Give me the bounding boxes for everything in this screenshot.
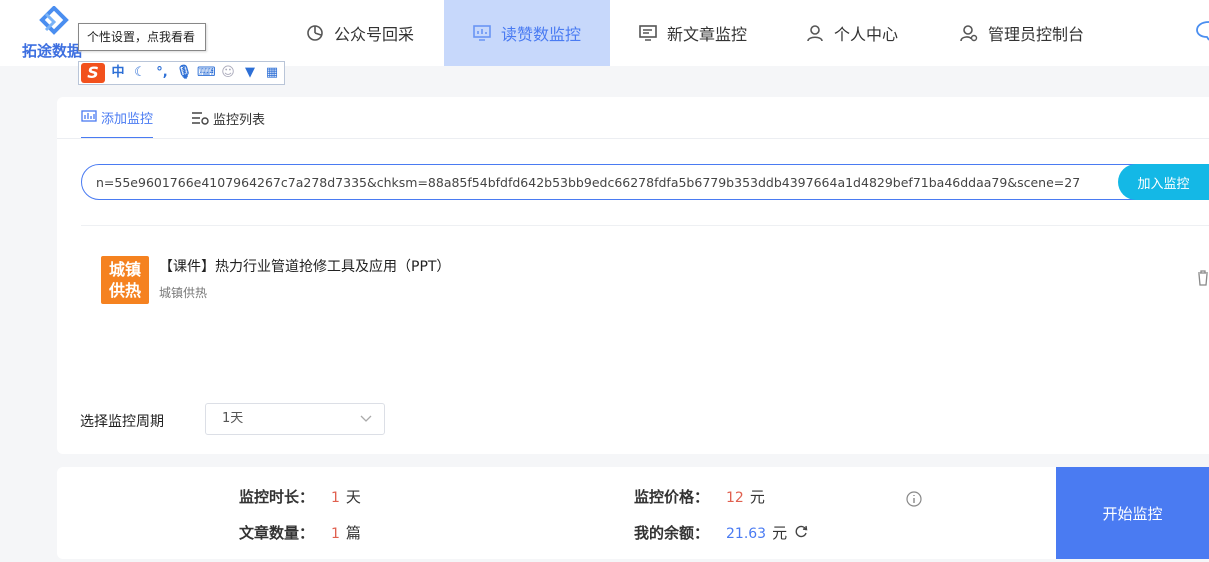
period-selected-value: 1天 <box>222 411 244 426</box>
count-label: 文章数量： <box>239 524 315 542</box>
balance-value: 21.63 <box>726 526 767 542</box>
divider <box>57 138 1209 139</box>
logo-text: 拓途数据 <box>22 42 83 60</box>
balance-label: 我的余额： <box>634 524 710 542</box>
monitor-chart-icon <box>473 25 491 41</box>
nav-label: 读赞数监控 <box>500 25 581 44</box>
keyboard-icon[interactable]: ⌨ <box>197 64 216 82</box>
nav-label: 新文章监控 <box>667 25 748 44</box>
ime-mode-toggle[interactable]: 中 <box>109 64 127 82</box>
article-title: 【课件】热力行业管道抢修工具及应用（PPT） <box>159 259 451 275</box>
info-icon[interactable] <box>906 491 922 507</box>
microphone-icon[interactable]: 🎙︎ <box>175 64 193 82</box>
admin-user-icon <box>960 25 978 42</box>
user-icon <box>807 25 823 42</box>
duration-stat: 监控时长： 1 天 <box>239 486 361 507</box>
tab-monitor-list[interactable]: 监控列表 <box>191 97 265 139</box>
price-unit: 元 <box>749 488 765 506</box>
duration-value: 1 <box>331 490 340 506</box>
duration-label: 监控时长： <box>239 488 315 506</box>
add-monitor-button[interactable]: 加入监控 <box>1118 164 1209 200</box>
ime-toolbar: S 中 ☾ °, 🎙︎ ⌨ ☺ ▼ ▦ <box>78 61 285 85</box>
screen-icon <box>639 25 657 41</box>
thumbnail-text: 城镇供热 <box>108 260 141 300</box>
user-icon[interactable]: ☺ <box>219 64 237 82</box>
bar-chart-icon <box>81 110 97 122</box>
pie-chart-icon <box>307 25 323 41</box>
divider <box>81 225 1209 226</box>
article-item: 城镇供热 【课件】热力行业管道抢修工具及应用（PPT） 城镇供热 <box>101 256 1209 306</box>
balance-unit: 元 <box>772 524 788 542</box>
nav-item-read-like-monitor[interactable]: 读赞数监控 <box>444 0 610 66</box>
grid-icon[interactable]: ▦ <box>263 64 281 82</box>
nav-label: 管理员控制台 <box>988 25 1085 44</box>
tab-add-monitor[interactable]: 添加监控 <box>81 97 154 139</box>
punctuation-icon[interactable]: °, <box>153 64 171 82</box>
nav-item-personal-center[interactable]: 个人中心 <box>806 0 898 66</box>
article-source: 城镇供热 <box>159 286 208 300</box>
duration-unit: 天 <box>345 488 361 506</box>
chevron-down-icon <box>360 415 372 422</box>
nav-item-account-collect[interactable]: 公众号回采 <box>306 0 414 66</box>
tab-label: 监控列表 <box>213 112 266 128</box>
price-value: 12 <box>726 490 744 506</box>
count-stat: 文章数量： 1 篇 <box>239 522 361 543</box>
period-label: 选择监控周期 <box>80 414 164 430</box>
period-select[interactable]: 1天 <box>205 403 385 435</box>
nav-item-new-article-monitor[interactable]: 新文章监控 <box>639 0 747 66</box>
chat-icon[interactable] <box>1195 18 1209 42</box>
tab-bar: 添加监控 监控列表 <box>81 97 303 139</box>
start-monitor-button[interactable]: 开始监控 <box>1056 467 1209 559</box>
list-icon <box>192 112 209 125</box>
article-url-input[interactable] <box>96 165 1120 199</box>
nav-item-admin-console[interactable]: 管理员控制台 <box>960 0 1084 66</box>
ime-logo[interactable]: S <box>81 63 105 83</box>
price-label: 监控价格： <box>634 488 710 506</box>
trash-icon[interactable] <box>1197 270 1209 286</box>
tooltip: 个性设置，点我看看 <box>78 23 206 51</box>
logo-mark-icon <box>39 6 69 35</box>
balance-stat: 我的余额： 21.63 元 <box>634 522 808 543</box>
summary-bar: 监控时长： 1 天 文章数量： 1 篇 监控价格： 12 元 我的余额： 21.… <box>57 467 1209 559</box>
moon-icon[interactable]: ☾ <box>131 64 149 82</box>
refresh-icon[interactable] <box>795 525 808 538</box>
article-thumbnail: 城镇供热 <box>101 256 149 304</box>
nav-label: 公众号回采 <box>334 25 415 44</box>
count-unit: 篇 <box>345 524 361 542</box>
tab-label: 添加监控 <box>101 111 154 127</box>
count-value: 1 <box>331 526 340 542</box>
nav-label: 个人中心 <box>834 25 899 44</box>
shirt-icon[interactable]: ▼ <box>241 64 259 82</box>
add-monitor-card: 添加监控 监控列表 加入监控 城镇供热 【课件】热力行业管道抢修工具及应用（PP… <box>57 97 1209 454</box>
price-stat: 监控价格： 12 元 <box>634 486 765 507</box>
url-field-frame <box>81 164 1209 200</box>
